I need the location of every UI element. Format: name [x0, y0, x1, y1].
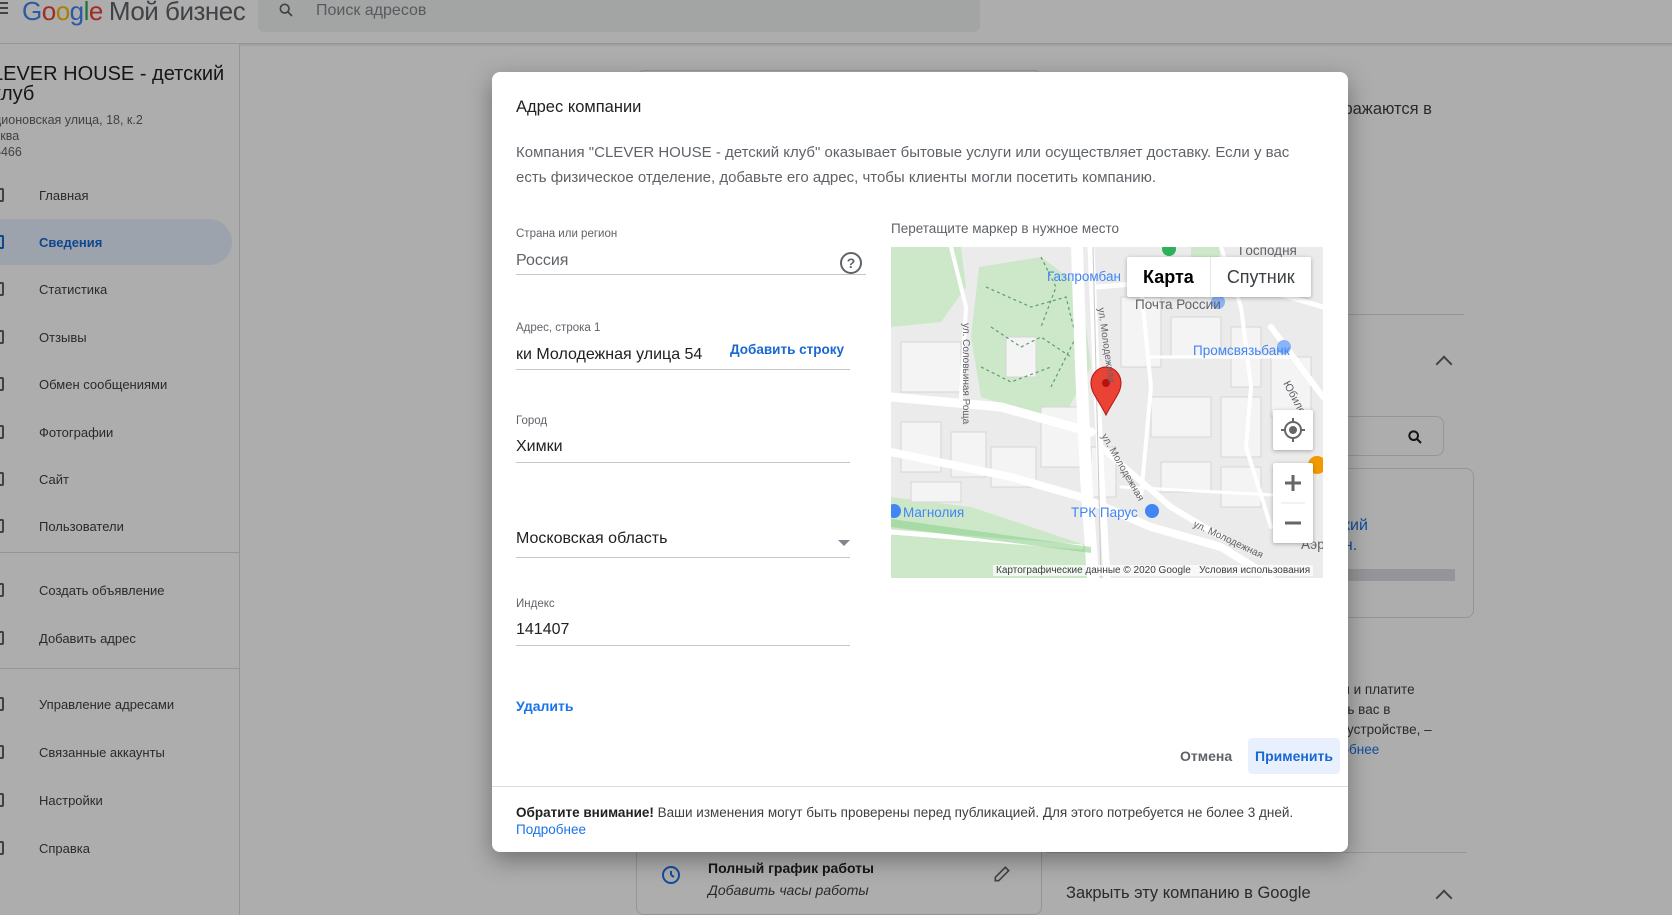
city-label: Город [516, 415, 548, 427]
dialog-description: Компания "CLEVER HOUSE - детский клуб" о… [516, 144, 1290, 186]
cancel-button[interactable]: Отмена [1168, 738, 1244, 774]
zip-field[interactable]: 141407 [516, 621, 569, 639]
field-underline [516, 557, 850, 558]
field-underline [516, 645, 850, 646]
delete-address-button[interactable]: Удалить [516, 698, 573, 714]
footer-divider [492, 786, 1348, 787]
country-label: Страна или регион [516, 228, 618, 240]
map-attribution: Картографические данные © 2020 Google Ус… [993, 565, 1314, 576]
dialog-title: Адрес компании [516, 98, 642, 116]
crosshair-icon [1281, 418, 1305, 442]
map-type-map-button[interactable]: Карта [1127, 257, 1211, 297]
learn-more-link[interactable]: Подробнее [516, 822, 586, 837]
field-underline [516, 274, 866, 275]
zoom-in-icon[interactable] [1285, 475, 1301, 491]
apply-button[interactable]: Применить [1248, 738, 1340, 774]
field-underline [516, 369, 850, 370]
map-type-control: Карта Спутник [1127, 257, 1311, 297]
address-field[interactable]: ки Молодежная улица 54 [516, 346, 721, 364]
address-label: Адрес, строка 1 [516, 322, 601, 334]
review-note: Обратите внимание! Ваши изменения могут … [516, 805, 1294, 837]
city-field[interactable]: Химки [516, 438, 563, 456]
map[interactable]: Господня Газпромбан Почта России Промсвя… [891, 247, 1323, 578]
help-icon[interactable]: ? [840, 252, 862, 274]
zip-label: Индекс [516, 598, 555, 610]
address-dialog: Адрес компании Компания "CLEVER HOUSE - … [492, 72, 1348, 852]
add-line-button[interactable]: Добавить строку [730, 342, 844, 357]
zoom-control [1273, 463, 1313, 543]
map-type-satellite-button[interactable]: Спутник [1211, 257, 1311, 297]
country-field[interactable]: Россия [516, 252, 568, 270]
map-hint: Перетащите маркер в нужное место [891, 221, 1119, 236]
dropdown-arrow-icon[interactable] [838, 540, 850, 546]
field-underline [516, 462, 850, 463]
region-select[interactable]: Московская область [516, 530, 667, 548]
my-location-button[interactable] [1273, 410, 1313, 450]
map-terms-link[interactable]: Условия использования [1199, 565, 1310, 576]
